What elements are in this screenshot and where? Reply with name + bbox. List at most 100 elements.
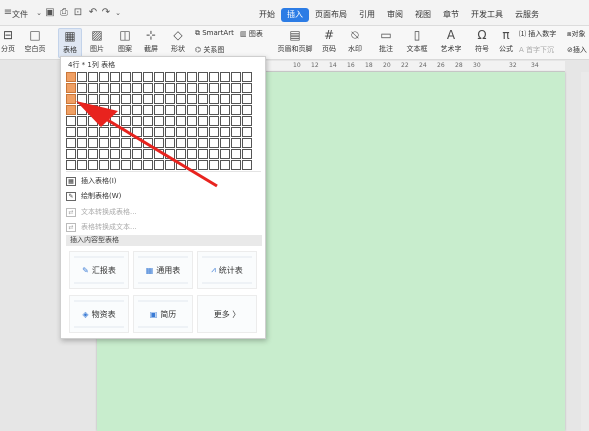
grid-cell[interactable] [110, 83, 120, 93]
grid-cell[interactable] [88, 127, 98, 137]
grid-cell[interactable] [220, 116, 230, 126]
grid-cell[interactable] [132, 160, 142, 170]
grid-cell[interactable] [231, 138, 241, 148]
grid-cell[interactable] [231, 105, 241, 115]
grid-cell[interactable] [132, 116, 142, 126]
grid-cell[interactable] [143, 160, 153, 170]
grid-cell[interactable] [187, 83, 197, 93]
grid-cell[interactable] [154, 127, 164, 137]
grid-cell[interactable] [209, 94, 219, 104]
grid-cell[interactable] [198, 105, 208, 115]
grid-cell[interactable] [220, 149, 230, 159]
grid-cell[interactable] [99, 105, 109, 115]
grid-cell[interactable] [154, 94, 164, 104]
shapes-button[interactable]: ◇ 形状 [166, 28, 190, 54]
grid-cell[interactable] [66, 72, 76, 82]
grid-cell[interactable] [176, 138, 186, 148]
grid-cell[interactable] [165, 116, 175, 126]
grid-cell[interactable] [231, 127, 241, 137]
grid-cell[interactable] [143, 116, 153, 126]
grid-cell[interactable] [110, 94, 120, 104]
save-icon[interactable]: ▣ [44, 7, 56, 19]
grid-cell[interactable] [143, 127, 153, 137]
tab-insert[interactable]: 插入 [281, 8, 309, 22]
print-preview-icon[interactable]: ⊡ [72, 7, 84, 19]
grid-cell[interactable] [99, 94, 109, 104]
grid-cell[interactable] [143, 138, 153, 148]
grid-cell[interactable] [187, 105, 197, 115]
page-break-button[interactable]: ⊟ 分页 [0, 28, 16, 54]
grid-cell[interactable] [143, 72, 153, 82]
grid-cell[interactable] [231, 83, 241, 93]
grid-cell[interactable] [198, 138, 208, 148]
drop-cap-button[interactable]: A 首字下沉 [519, 45, 554, 55]
grid-cell[interactable] [231, 116, 241, 126]
grid-cell[interactable] [77, 105, 87, 115]
grid-cell[interactable] [209, 105, 219, 115]
grid-cell[interactable] [99, 138, 109, 148]
grid-cell[interactable] [187, 94, 197, 104]
more-icon[interactable]: ⌄ [112, 7, 124, 19]
template-statistics-table[interactable]: ⩘ 统计表 [197, 251, 257, 289]
tab-page-layout[interactable]: 页面布局 [309, 8, 353, 22]
grid-cell[interactable] [88, 149, 98, 159]
grid-cell[interactable] [176, 94, 186, 104]
screenshot-button[interactable]: ⊹ 截屏 [140, 28, 162, 54]
grid-cell[interactable] [220, 72, 230, 82]
grid-cell[interactable] [176, 105, 186, 115]
grid-cell[interactable] [242, 94, 252, 104]
smartart-button[interactable]: ⧉ SmartArt [195, 29, 234, 38]
grid-cell[interactable] [176, 127, 186, 137]
grid-cell[interactable] [66, 116, 76, 126]
grid-cell[interactable] [187, 149, 197, 159]
grid-cell[interactable] [99, 83, 109, 93]
tab-references[interactable]: 引用 [353, 8, 381, 22]
grid-cell[interactable] [176, 116, 186, 126]
vertical-scrollbar[interactable] [581, 72, 589, 431]
grid-cell[interactable] [121, 160, 131, 170]
grid-cell[interactable] [220, 105, 230, 115]
grid-cell[interactable] [198, 94, 208, 104]
undo-icon[interactable]: ↶ [87, 7, 99, 19]
grid-cell[interactable] [176, 72, 186, 82]
grid-cell[interactable] [77, 94, 87, 104]
grid-cell[interactable] [198, 127, 208, 137]
grid-cell[interactable] [77, 138, 87, 148]
grid-cell[interactable] [242, 149, 252, 159]
comment-button[interactable]: ▭ 批注 [376, 28, 396, 54]
grid-cell[interactable] [154, 72, 164, 82]
grid-cell[interactable] [209, 127, 219, 137]
grid-cell[interactable] [110, 105, 120, 115]
grid-cell[interactable] [143, 83, 153, 93]
tab-developer[interactable]: 开发工具 [465, 8, 509, 22]
grid-cell[interactable] [187, 116, 197, 126]
grid-cell[interactable] [132, 94, 142, 104]
grid-cell[interactable] [154, 138, 164, 148]
grid-cell[interactable] [154, 149, 164, 159]
relation-chart-button[interactable]: ⌬ 关系图 [195, 45, 224, 55]
table-to-text-item[interactable]: ⇄ 表格转换成文本... [66, 220, 261, 234]
grid-cell[interactable] [242, 105, 252, 115]
grid-cell[interactable] [165, 160, 175, 170]
grid-cell[interactable] [220, 94, 230, 104]
template-more-button[interactable]: 更多 〉 [197, 295, 257, 333]
grid-cell[interactable] [121, 138, 131, 148]
grid-cell[interactable] [88, 72, 98, 82]
grid-cell[interactable] [165, 149, 175, 159]
grid-cell[interactable] [99, 72, 109, 82]
object-button[interactable]: ⧈对象 [567, 29, 585, 39]
grid-cell[interactable] [231, 149, 241, 159]
grid-cell[interactable] [88, 83, 98, 93]
grid-cell[interactable] [110, 116, 120, 126]
grid-cell[interactable] [88, 94, 98, 104]
watermark-button[interactable]: ⍉ 水印 [344, 28, 366, 54]
grid-cell[interactable] [165, 94, 175, 104]
grid-cell[interactable] [99, 160, 109, 170]
grid-cell[interactable] [110, 149, 120, 159]
grid-cell[interactable] [209, 138, 219, 148]
chart-button[interactable]: ▥ 图表 [240, 29, 263, 39]
grid-cell[interactable] [198, 116, 208, 126]
grid-cell[interactable] [132, 83, 142, 93]
insert-table-item[interactable]: ▦ 插入表格(I) [66, 174, 261, 188]
grid-cell[interactable] [121, 116, 131, 126]
